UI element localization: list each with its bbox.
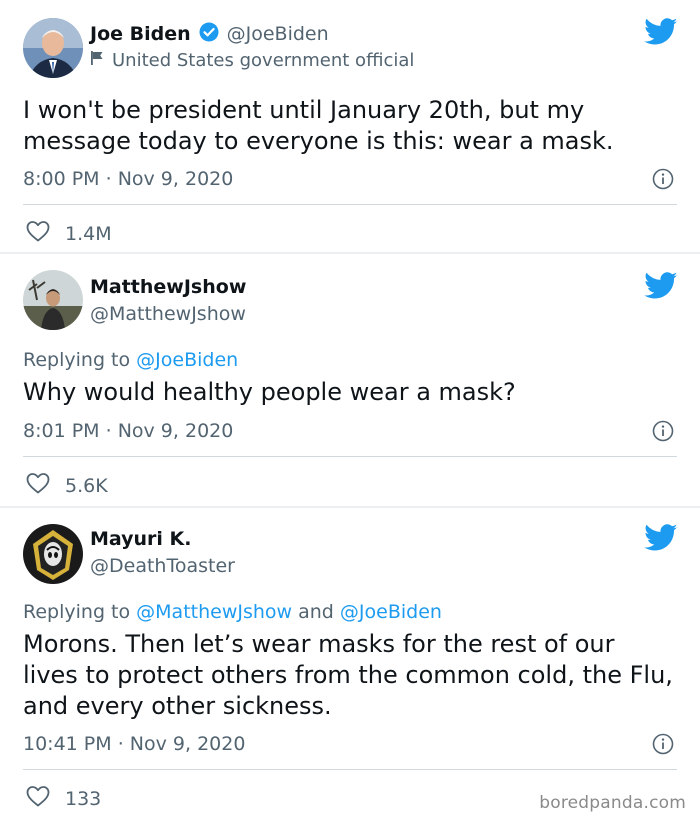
like-button[interactable]: 133: [25, 784, 101, 813]
tweet-timestamp[interactable]: 8:00 PM · Nov 9, 2020: [23, 168, 233, 190]
reply-mention-link[interactable]: @MatthewJshow: [136, 601, 292, 623]
meta-separator: ·: [99, 420, 118, 442]
avatar[interactable]: [23, 270, 83, 330]
replying-to: Replying to @MatthewJshow and @JoeBiden: [23, 601, 442, 623]
tweet-timestamp[interactable]: 8:01 PM · Nov 9, 2020: [23, 420, 233, 442]
display-name[interactable]: Joe Biden: [90, 23, 191, 45]
tweet-date[interactable]: Nov 9, 2020: [130, 733, 246, 755]
reply-mention-link[interactable]: @JoeBiden: [340, 601, 442, 623]
display-name[interactable]: MatthewJshow: [90, 276, 246, 298]
tweet-time[interactable]: 8:00 PM: [23, 168, 100, 190]
like-count: 1.4M: [65, 222, 112, 245]
divider: [23, 204, 677, 205]
meta-separator: ·: [111, 733, 130, 755]
divider: [23, 456, 677, 457]
tweet-date[interactable]: Nov 9, 2020: [118, 168, 234, 190]
display-name[interactable]: Mayuri K.: [90, 528, 192, 550]
twitter-bird-icon[interactable]: [644, 524, 678, 552]
tweet-text: Why would healthy people wear a mask?: [23, 378, 516, 406]
user-handle[interactable]: @MatthewJshow: [90, 303, 246, 325]
avatar[interactable]: [23, 524, 83, 584]
like-button[interactable]: 5.6K: [25, 471, 108, 500]
watermark: boredpanda.com: [539, 793, 686, 813]
replying-prefix: Replying to: [23, 349, 137, 371]
tweet-date[interactable]: Nov 9, 2020: [118, 420, 234, 442]
government-label: United States government official: [90, 50, 414, 71]
tweet-time[interactable]: 8:01 PM: [23, 420, 100, 442]
like-button[interactable]: 1.4M: [25, 219, 112, 248]
flag-icon: [90, 50, 104, 71]
tweet-timestamp[interactable]: 10:41 PM · Nov 9, 2020: [23, 733, 245, 755]
replying-to: Replying to @JoeBiden: [23, 349, 238, 371]
heart-icon[interactable]: [25, 784, 51, 813]
divider: [23, 769, 677, 770]
tweet-joe-biden[interactable]: Joe Biden @JoeBiden United States govern…: [0, 0, 700, 252]
twitter-bird-icon[interactable]: [644, 272, 678, 300]
replying-prefix: Replying to: [23, 601, 137, 623]
heart-icon[interactable]: [25, 471, 51, 500]
user-handle[interactable]: @DeathToaster: [90, 555, 235, 577]
tweet-text: I won't be president until January 20th,…: [23, 96, 614, 155]
like-count: 133: [65, 787, 102, 810]
info-icon[interactable]: [652, 168, 674, 190]
reply-mention-link[interactable]: @JoeBiden: [136, 349, 238, 371]
tweet-deathtoaster[interactable]: Mayuri K. @DeathToaster Replying to @Mat…: [0, 508, 700, 823]
replying-and: and: [292, 601, 340, 623]
twitter-bird-icon[interactable]: [644, 18, 678, 46]
avatar[interactable]: [23, 18, 83, 78]
info-icon[interactable]: [652, 733, 674, 755]
user-handle[interactable]: @JoeBiden: [227, 23, 329, 45]
tweet-text: Morons. Then let’s wear masks for the re…: [23, 630, 673, 720]
info-icon[interactable]: [652, 420, 674, 442]
meta-separator: ·: [99, 168, 118, 190]
verified-badge-icon: [199, 22, 219, 46]
government-label-text: United States government official: [112, 50, 415, 71]
like-count: 5.6K: [65, 474, 108, 497]
tweet-time[interactable]: 10:41 PM: [23, 733, 112, 755]
tweet-matthewjshow[interactable]: MatthewJshow @MatthewJshow Replying to @…: [0, 254, 700, 506]
heart-icon[interactable]: [25, 219, 51, 248]
